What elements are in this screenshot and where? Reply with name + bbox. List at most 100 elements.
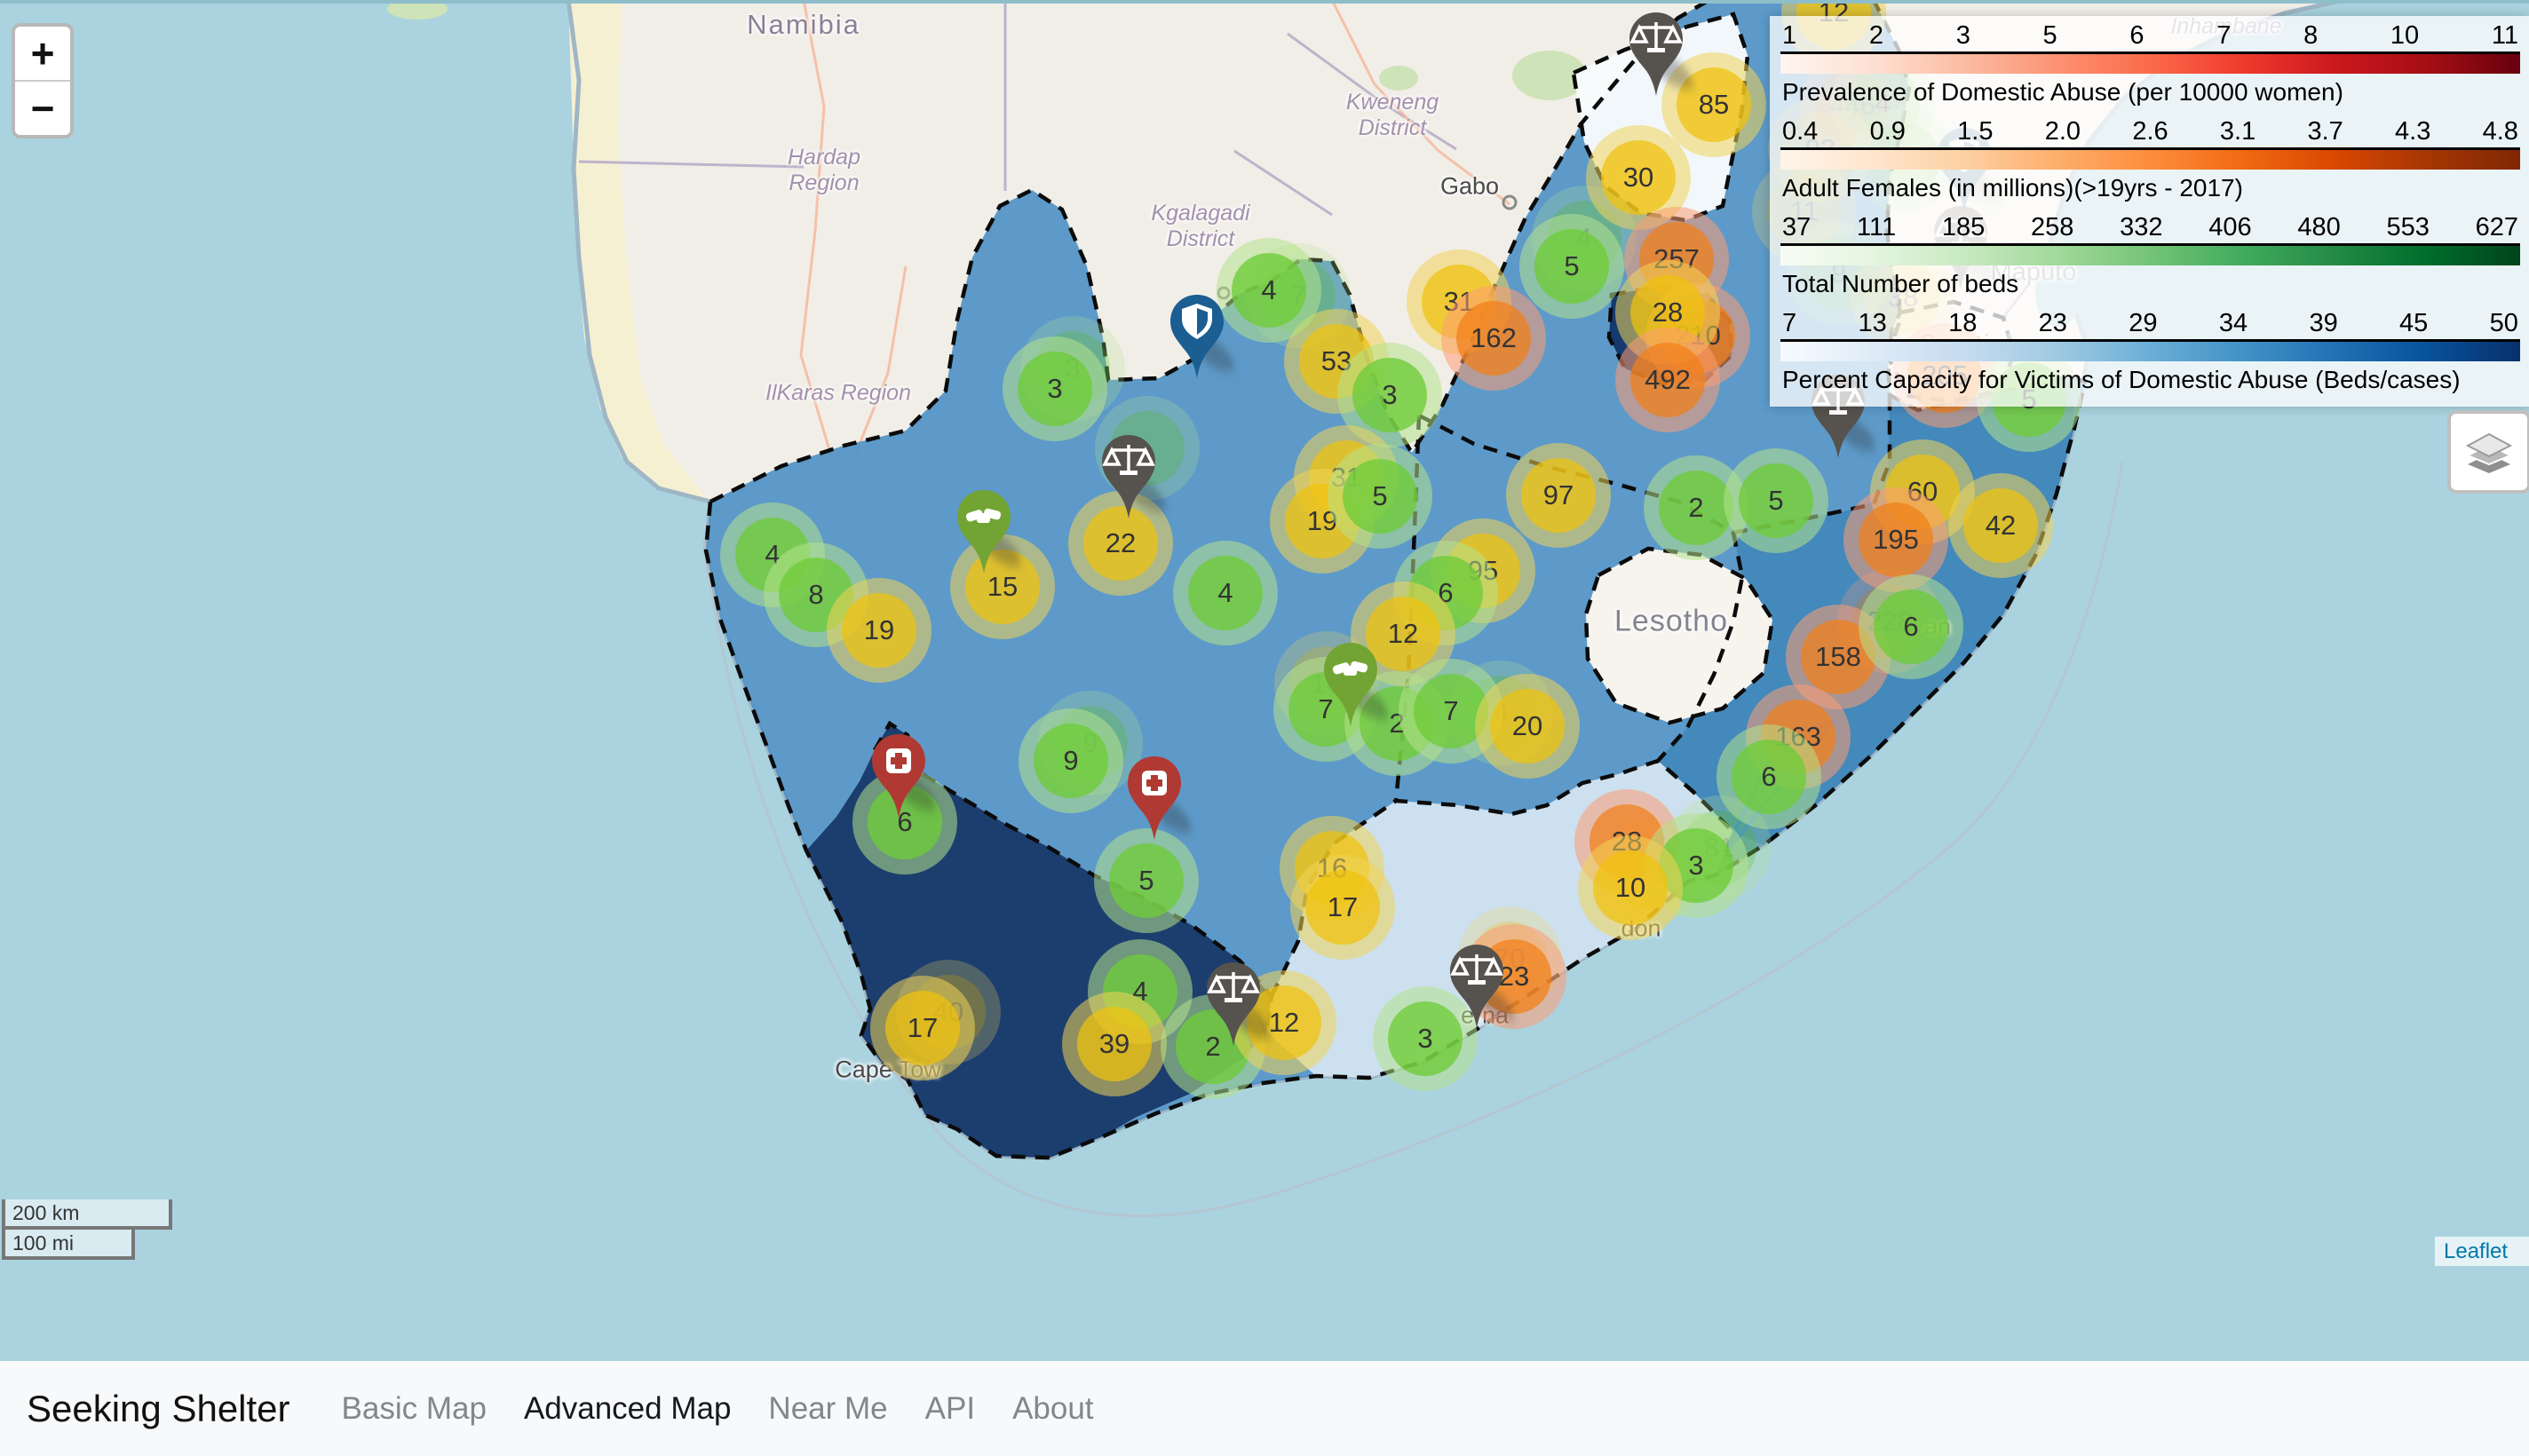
cluster-marker[interactable]: 6 bbox=[1859, 574, 1963, 679]
cluster-count: 20 bbox=[1490, 689, 1565, 764]
legend-tick: 13 bbox=[1858, 309, 1886, 338]
legend-scale-1: 0.40.91.52.02.63.13.74.34.8Adult Females… bbox=[1780, 117, 2520, 202]
cluster-marker[interactable]: 4 bbox=[1173, 541, 1278, 645]
legend-tick: 5 bbox=[2043, 21, 2057, 51]
cluster-count: 3 bbox=[1352, 358, 1427, 432]
legend-tick: 39 bbox=[2309, 309, 2337, 338]
cluster-count: 5 bbox=[1109, 843, 1184, 918]
medical-pin[interactable] bbox=[1121, 753, 1188, 847]
legend-tick: 50 bbox=[2490, 309, 2518, 338]
zoom-control: + − bbox=[12, 23, 74, 138]
cluster-marker[interactable]: 97 bbox=[1506, 443, 1611, 548]
cluster-marker[interactable]: 17 bbox=[870, 976, 975, 1080]
scales-pin[interactable] bbox=[1622, 9, 1690, 103]
zoom-out-button[interactable]: − bbox=[15, 82, 70, 135]
medical-icon bbox=[1121, 753, 1188, 847]
legend-tick: 34 bbox=[2219, 309, 2248, 338]
cluster-marker[interactable]: 10 bbox=[1578, 835, 1683, 940]
legend-tick: 18 bbox=[1948, 309, 1977, 338]
legend-tick: 1 bbox=[1782, 21, 1796, 51]
scales-icon bbox=[1443, 941, 1510, 1035]
shield-pin[interactable] bbox=[1163, 291, 1231, 385]
legend-tick: 29 bbox=[2129, 309, 2157, 338]
nav-about[interactable]: About bbox=[1012, 1391, 1093, 1427]
legend-tick: 3 bbox=[1956, 21, 1970, 51]
cluster-count: 9 bbox=[1034, 724, 1108, 798]
legend-tick: 8 bbox=[2303, 21, 2318, 51]
cluster-marker[interactable]: 162 bbox=[1441, 286, 1546, 391]
legend-tick: 11 bbox=[2492, 21, 2518, 51]
cluster-marker[interactable]: 4 bbox=[1217, 238, 1321, 343]
legend-tick: 7 bbox=[2216, 21, 2231, 51]
nav-near-me[interactable]: Near Me bbox=[768, 1391, 887, 1427]
cluster-count: 4 bbox=[1232, 253, 1306, 328]
brand-title: Seeking Shelter bbox=[27, 1388, 290, 1430]
nav-advanced-map[interactable]: Advanced Map bbox=[524, 1391, 731, 1427]
handshake-icon bbox=[1317, 639, 1384, 733]
cluster-marker[interactable]: 5 bbox=[1519, 214, 1624, 319]
scale-km: 200 km bbox=[2, 1199, 172, 1230]
cluster-marker[interactable]: 9 bbox=[1019, 708, 1123, 813]
nav-basic-map[interactable]: Basic Map bbox=[342, 1391, 487, 1427]
cluster-marker[interactable]: 17 bbox=[1290, 855, 1395, 960]
cluster-count: 6 bbox=[1732, 740, 1806, 814]
legend-label: Total Number of beds bbox=[1782, 271, 2520, 297]
handshake-pin[interactable] bbox=[950, 487, 1018, 581]
legend-scale-2: 37111185258332406480553627Total Number o… bbox=[1780, 213, 2520, 297]
legend-tick: 2.0 bbox=[2045, 117, 2081, 146]
medical-pin[interactable] bbox=[865, 731, 932, 825]
legend-tick: 185 bbox=[1942, 213, 1985, 242]
legend-gradient-bar bbox=[1780, 147, 2520, 170]
legend-tick: 406 bbox=[2208, 213, 2251, 242]
cluster-count: 3 bbox=[1018, 352, 1092, 426]
legend-label: Adult Females (in millions)(>19yrs - 201… bbox=[1782, 175, 2520, 202]
scale-mi: 100 mi bbox=[2, 1230, 135, 1260]
scales-pin[interactable] bbox=[1095, 431, 1162, 526]
cluster-marker[interactable]: 42 bbox=[1948, 473, 2053, 578]
scales-pin[interactable] bbox=[1443, 941, 1510, 1035]
cluster-marker[interactable]: 19 bbox=[827, 578, 932, 683]
scales-pin[interactable] bbox=[1200, 959, 1267, 1053]
shield-icon bbox=[1163, 291, 1231, 385]
legend-gradient-bar bbox=[1780, 51, 2520, 74]
scales-icon bbox=[1622, 9, 1690, 103]
layers-icon bbox=[2464, 427, 2514, 478]
layers-control-button[interactable] bbox=[2447, 410, 2529, 494]
legend-tick: 0.9 bbox=[1870, 117, 1906, 146]
cluster-marker[interactable]: 5 bbox=[1328, 444, 1432, 549]
nav-api[interactable]: API bbox=[925, 1391, 975, 1427]
cluster-marker[interactable]: 39 bbox=[1062, 992, 1167, 1096]
cluster-marker[interactable]: 20 bbox=[1475, 674, 1580, 779]
cluster-count: 97 bbox=[1521, 458, 1596, 533]
cluster-count: 17 bbox=[885, 991, 960, 1065]
cluster-marker[interactable]: 492 bbox=[1615, 328, 1720, 432]
legend-tick: 0.4 bbox=[1782, 117, 1818, 146]
cluster-marker[interactable]: 6 bbox=[1716, 724, 1821, 829]
legend-scale-3: 71318232934394550Percent Capacity for Vi… bbox=[1780, 309, 2520, 393]
medical-icon bbox=[865, 731, 932, 825]
legend-tick: 332 bbox=[2120, 213, 2162, 242]
map-canvas[interactable]: NamibiaHardap RegionIlKaras RegionKwenen… bbox=[0, 0, 2529, 1361]
handshake-pin[interactable] bbox=[1317, 639, 1384, 733]
legend-tick: 6 bbox=[2129, 21, 2144, 51]
scale-control: 200 km 100 mi bbox=[2, 1199, 172, 1260]
scales-icon bbox=[1200, 959, 1267, 1053]
legend-tick: 553 bbox=[2386, 213, 2429, 242]
cluster-count: 17 bbox=[1305, 870, 1380, 945]
legend-tick: 4.8 bbox=[2483, 117, 2518, 146]
legend-tick: 480 bbox=[2297, 213, 2340, 242]
zoom-in-button[interactable]: + bbox=[15, 27, 70, 82]
leaflet-link[interactable]: Leaflet bbox=[2444, 1239, 2508, 1264]
attribution: Leaflet bbox=[2435, 1237, 2529, 1266]
cluster-count: 195 bbox=[1859, 502, 1933, 577]
legend-tick: 10 bbox=[2390, 21, 2419, 51]
legend-tick: 23 bbox=[2039, 309, 2067, 338]
legend-label: Percent Capacity for Victims of Domestic… bbox=[1782, 367, 2520, 393]
cluster-marker[interactable]: 3 bbox=[1003, 336, 1107, 441]
cluster-count: 5 bbox=[1739, 463, 1813, 538]
legend-panel: 1 23 5 6 7 8 10 11 Prevalence of Domestic Abuse … bbox=[1770, 16, 2529, 407]
legend-ticks: 71318232934394550 bbox=[1780, 309, 2520, 338]
legend-label: Prevalence of Domestic Abuse (per 10000 … bbox=[1782, 79, 2520, 106]
legend-tick: 45 bbox=[2399, 309, 2428, 338]
legend-scale-0: 12356781011Prevalence of Domestic Abuse … bbox=[1780, 21, 2520, 106]
